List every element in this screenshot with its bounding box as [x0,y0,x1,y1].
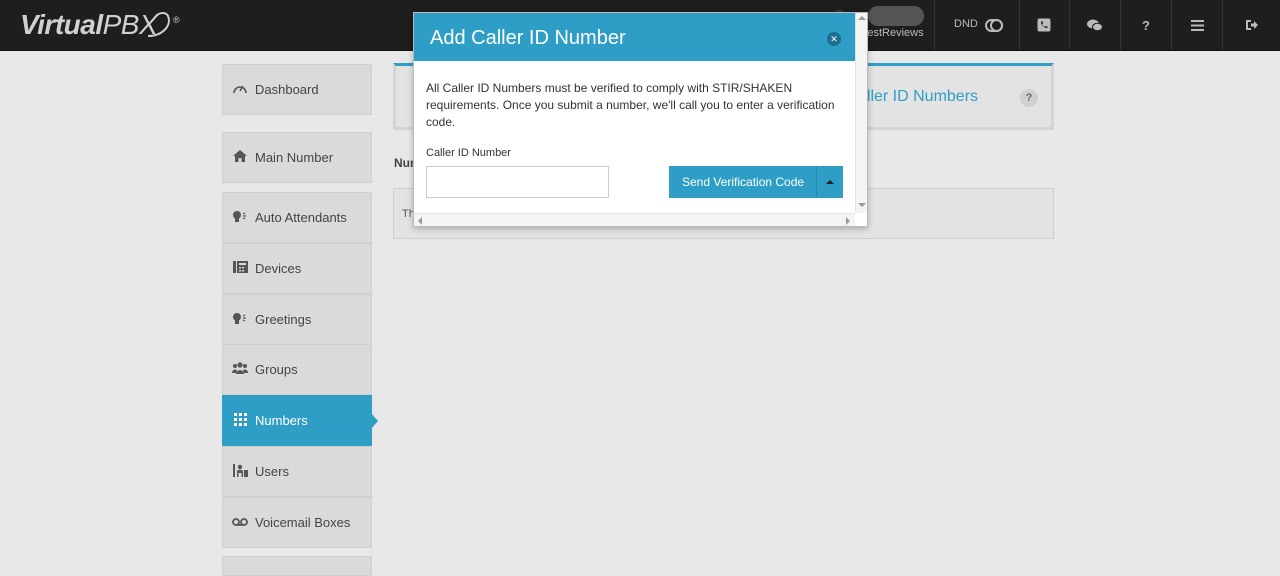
sidebar-item-greetings[interactable]: Greetings [222,294,372,345]
horizontal-scrollbar[interactable] [414,213,855,226]
modal-title: Add Caller ID Number [430,27,626,49]
registered-mark: ® [173,15,180,25]
user-name: BestReviews [860,27,924,39]
sidebar-item-label: Dashboard [255,82,319,97]
dnd-toggle-icon[interactable] [985,19,1003,32]
sidebar-item-label: Greetings [255,312,312,327]
users-icon [232,463,248,480]
sidebar-item-dashboard[interactable]: Dashboard [222,64,372,115]
sidebar-item-label: Voicemail Boxes [255,515,351,530]
dashboard-icon [232,82,248,97]
sidebar-item-main-number[interactable]: Main Number [222,132,372,183]
section-label: Nur [394,156,415,170]
phone-button[interactable] [1019,0,1070,50]
sidebar-item-numbers[interactable]: Numbers [222,395,378,446]
logout-button[interactable] [1223,0,1280,50]
scroll-right-arrow-icon[interactable] [846,217,850,225]
virtualpbx-logo[interactable]: VirtualPBX ® [20,8,180,42]
vertical-scrollbar[interactable] [855,13,867,213]
close-icon[interactable]: ✕ [827,32,841,46]
logo-text-virtual: Virtual [20,9,103,40]
phone-icon [1037,18,1051,32]
numbers-icon [232,412,248,429]
chat-button[interactable] [1070,0,1121,50]
dnd-toggle-area[interactable]: DND [935,0,1020,50]
add-caller-id-modal: Add Caller ID Number ✕ All Caller ID Num… [413,12,868,227]
send-options-dropdown-toggle[interactable] [816,166,843,198]
scroll-down-arrow-icon[interactable] [858,203,866,207]
modal-description: All Caller ID Numbers must be verified t… [426,81,835,129]
voicemail-icon [232,515,248,530]
help-badge-icon[interactable]: ? [1020,89,1038,107]
help-icon: ? [1142,17,1150,33]
logo-swoosh-icon [147,12,170,37]
menu-icon [1190,19,1204,31]
scroll-up-arrow-icon[interactable] [858,16,866,20]
sidebar-item-next[interactable] [222,556,372,576]
logout-icon [1246,20,1258,30]
caller-id-number-input[interactable] [426,166,609,198]
sidebar-item-label: Devices [255,261,302,276]
sidebar-item-devices[interactable]: Devices [222,243,372,294]
sidebar-item-auto-attendants[interactable]: Auto Attendants [222,192,372,243]
sidebar-item-label: Auto Attendants [255,210,347,225]
groups-icon [232,362,248,377]
dnd-label: DND [954,18,978,30]
caret-up-icon [826,180,834,184]
caller-id-field-label: Caller ID Number [426,147,511,159]
sidebar-item-groups[interactable]: Groups [222,344,372,395]
sidebar-item-voicemail-boxes[interactable]: Voicemail Boxes [222,497,372,548]
sidebar-item-label: Numbers [255,413,308,428]
sidebar-item-label: Groups [255,362,298,377]
page-title: aller ID Numbers [858,88,979,105]
home-icon [232,150,248,165]
greetings-icon [232,312,248,327]
menu-button[interactable] [1172,0,1223,50]
sidebar-item-label: Main Number [255,150,334,165]
devices-icon [232,261,248,276]
modal-header: Add Caller ID Number ✕ [414,13,855,61]
scroll-left-arrow-icon[interactable] [418,217,422,225]
sidebar-item-label: Users [255,464,289,479]
user-status-blob [868,6,924,26]
auto-attendant-icon [232,210,248,225]
sidebar-item-users[interactable]: Users [222,446,372,497]
help-button[interactable]: ? [1121,0,1172,50]
chat-icon [1087,19,1103,31]
